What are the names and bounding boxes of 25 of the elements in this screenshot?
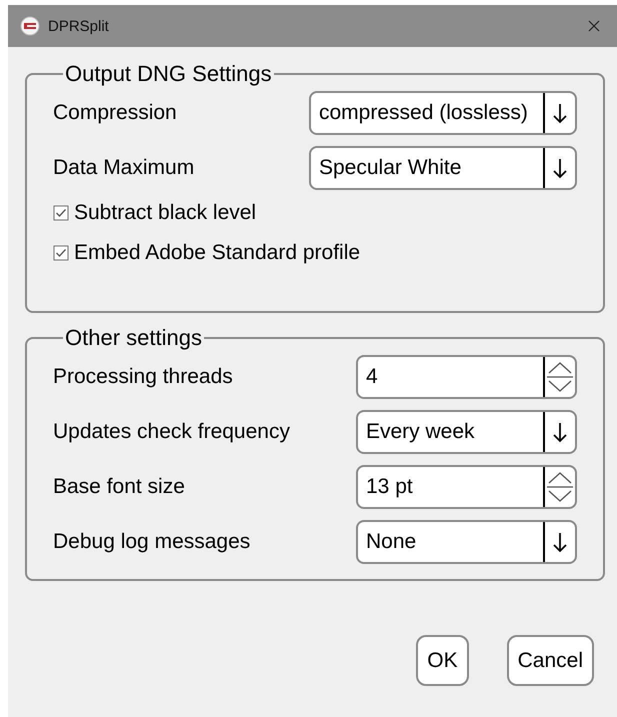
- down-arrow-icon: [552, 157, 568, 179]
- dropdown[interactable]: None: [356, 520, 577, 564]
- field-label: Data Maximum: [53, 156, 196, 180]
- window-title: DPRSplit: [48, 18, 110, 34]
- checkbox[interactable]: Subtract black level: [53, 201, 256, 225]
- close-icon: [588, 20, 600, 32]
- spin-box[interactable]: 13 pt: [356, 465, 577, 509]
- field-label: Compression: [53, 101, 178, 125]
- dropdown[interactable]: compressed (lossless): [309, 91, 577, 135]
- spin-box[interactable]: 4: [356, 355, 577, 399]
- dropdown[interactable]: Every week: [356, 410, 577, 454]
- down-arrow-icon: [552, 531, 568, 553]
- checkbox[interactable]: Embed Adobe Standard profile: [53, 241, 360, 265]
- field-label: Debug log messages: [53, 530, 252, 554]
- field-label: Base font size: [53, 475, 186, 499]
- app-logo-icon: [20, 16, 40, 36]
- field-label: Updates check frequency: [53, 420, 291, 444]
- group-title: Output DNG Settings: [64, 61, 273, 87]
- group-title: Other settings: [64, 325, 203, 351]
- field-label: Processing threads: [53, 365, 234, 389]
- dropdown[interactable]: Specular White: [309, 146, 577, 190]
- down-arrow-icon: [552, 102, 568, 124]
- dialog-button[interactable]: OK: [416, 635, 469, 686]
- dialog-button[interactable]: Cancel: [506, 635, 594, 686]
- down-arrow-icon: [552, 421, 568, 443]
